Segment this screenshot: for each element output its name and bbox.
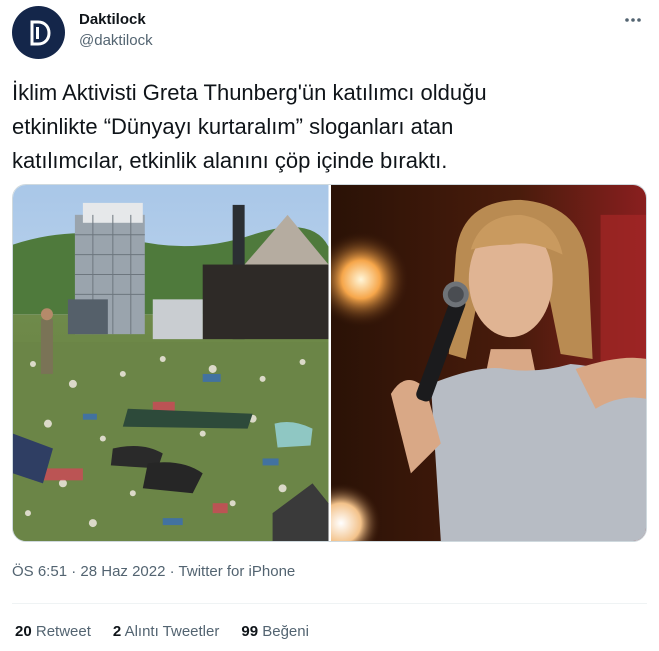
festival-litter-photo[interactable] (13, 185, 329, 541)
more-horizontal-icon[interactable] (621, 10, 645, 30)
likes-label: Beğeni (262, 623, 309, 640)
tweet-meta: ÖS 6:51 · 28 Haz 2022 · Twitter for iPho… (12, 562, 295, 582)
user-handle[interactable]: @daktilock (79, 30, 153, 52)
display-name[interactable]: Daktilock (79, 10, 153, 30)
author-block: Daktilock @daktilock (79, 10, 153, 52)
tweet-source[interactable]: Twitter for iPhone (179, 563, 296, 580)
greta-thunberg-photo[interactable] (330, 185, 646, 541)
meta-separator: · (67, 563, 81, 580)
tweet-date[interactable]: 28 Haz 2022 (80, 563, 165, 580)
divider (12, 603, 647, 604)
tweet-time[interactable]: ÖS 6:51 (12, 563, 67, 580)
likes-stat[interactable]: 99 Beğeni (241, 622, 309, 642)
meta-separator-2: · (165, 563, 179, 580)
quotes-stat[interactable]: 2 Alıntı Tweetler (113, 622, 219, 642)
likes-count: 99 (241, 623, 259, 640)
retweets-count: 20 (15, 623, 32, 640)
daktilock-logo-icon (30, 20, 51, 45)
avatar[interactable] (12, 6, 65, 59)
retweets-stat[interactable]: 20 Retweet (15, 622, 91, 642)
tweet-stats: 20 Retweet 2 Alıntı Tweetler 99 Beğeni (15, 622, 309, 642)
tweet-header: Daktilock @daktilock (12, 6, 647, 60)
quotes-label: Alıntı Tweetler (124, 623, 220, 640)
quotes-count: 2 (112, 623, 122, 640)
retweets-label: Retweet (35, 623, 91, 640)
tweet-text: İklim Aktivisti Greta Thunberg'ün katılı… (12, 80, 487, 173)
tweet-media (12, 184, 647, 542)
